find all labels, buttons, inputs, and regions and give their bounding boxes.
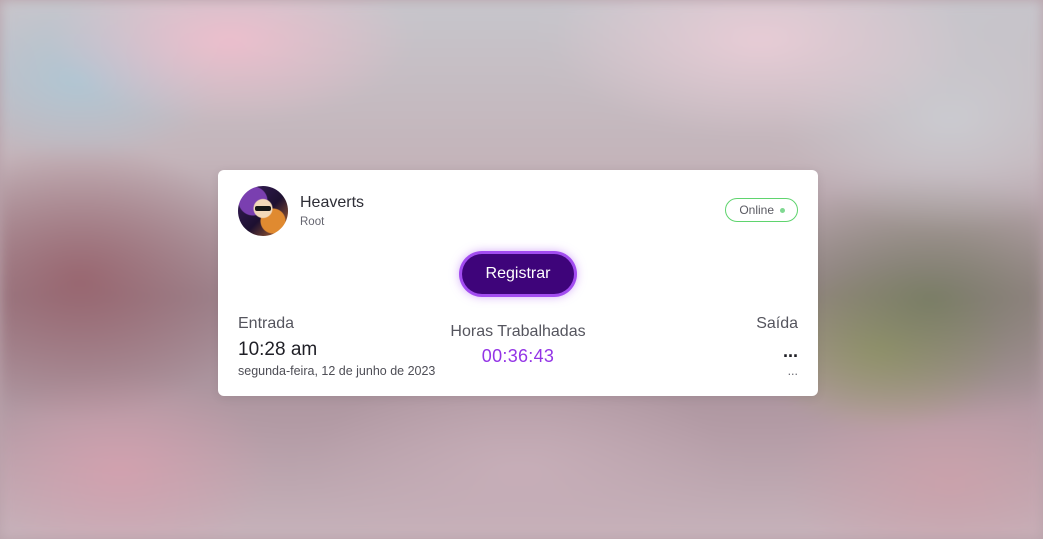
time-clock-card: Heaverts Root Online Registrar Entrada 1… (218, 170, 818, 396)
user-role: Root (300, 216, 325, 228)
hours-worked-value: 00:36:43 (481, 346, 555, 366)
status-badge: Online (725, 198, 798, 222)
hours-worked-label: Horas Trabalhadas (450, 323, 586, 340)
status-dot-icon (780, 207, 785, 213)
user-name: Heaverts (300, 194, 365, 211)
register-button[interactable]: Registrar (462, 254, 574, 294)
avatar-glasses (255, 206, 271, 211)
status-label: Online (739, 203, 774, 217)
avatar (238, 186, 288, 236)
exit-time: ... (782, 341, 798, 361)
exit-label: Saída (756, 315, 798, 332)
exit-date: ... (787, 364, 798, 378)
